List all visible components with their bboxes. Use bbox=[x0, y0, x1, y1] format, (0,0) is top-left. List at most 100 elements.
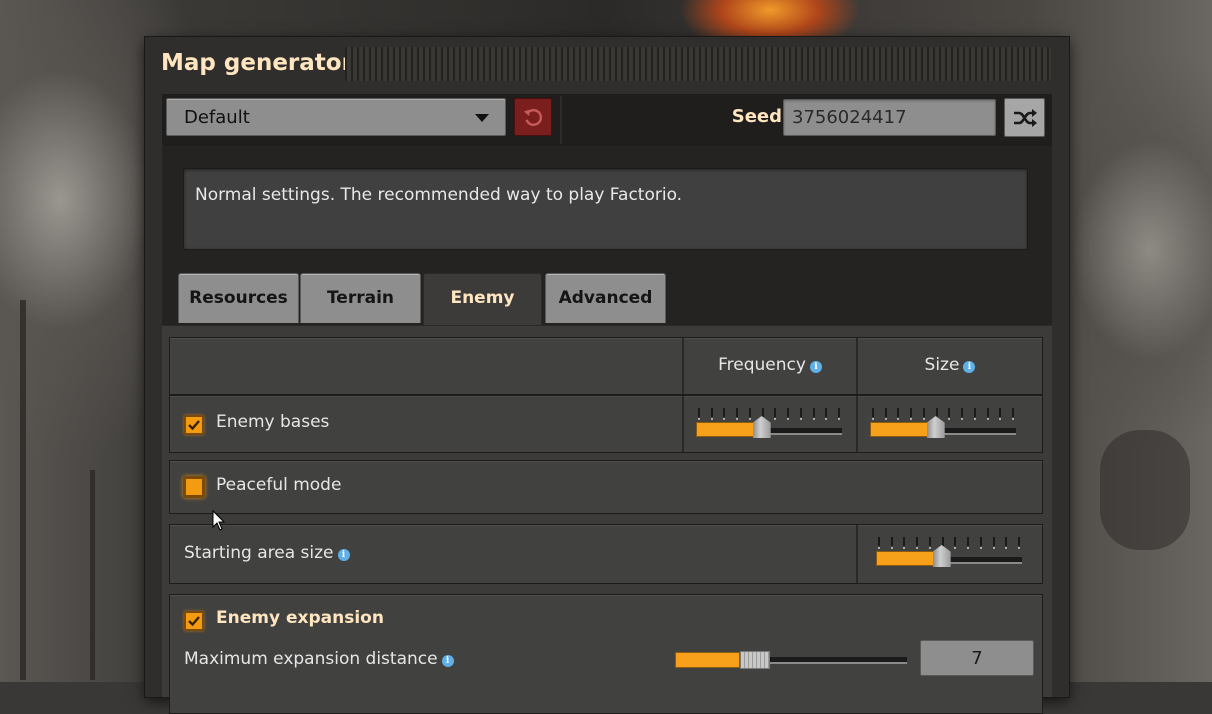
content-area: Normal settings. The recommended way to … bbox=[162, 146, 1052, 714]
title-drag-handle[interactable] bbox=[345, 47, 1051, 81]
slider-tick bbox=[799, 408, 802, 420]
slider-fill bbox=[876, 551, 942, 566]
shuffle-icon bbox=[1013, 108, 1037, 127]
reset-icon bbox=[523, 108, 543, 126]
slider-tick bbox=[723, 408, 726, 420]
starting-area-cell bbox=[856, 525, 1042, 583]
enemy-bases-row: Enemy bases bbox=[169, 395, 1043, 453]
slider-tick bbox=[838, 408, 840, 420]
preset-bar: Default Seed 3756024417 bbox=[162, 94, 1052, 146]
slider-tick bbox=[884, 408, 887, 420]
slider-tick bbox=[922, 408, 925, 420]
enemy-bases-checkbox[interactable] bbox=[184, 415, 204, 435]
tab-advanced[interactable]: Advanced bbox=[545, 273, 666, 323]
preset-selected: Default bbox=[184, 107, 250, 128]
slider-tick bbox=[872, 408, 874, 420]
map-generator-window: Map generator Default Seed 3756024417 No… bbox=[145, 37, 1069, 714]
starting-area-slider[interactable] bbox=[876, 535, 1022, 569]
slider-tick bbox=[774, 408, 777, 420]
slider-tick bbox=[903, 537, 906, 549]
slider-tick bbox=[935, 408, 938, 420]
slider-tick bbox=[698, 408, 700, 420]
slider-tick bbox=[1005, 537, 1008, 549]
peaceful-mode-row: Peaceful mode bbox=[169, 460, 1043, 514]
size-cell bbox=[856, 396, 1042, 452]
slider-ticks bbox=[872, 408, 1014, 420]
enemy-expansion-label: Enemy expansion bbox=[216, 608, 384, 628]
max-expansion-distance-input[interactable]: 7 bbox=[920, 640, 1034, 676]
slider-tick bbox=[710, 408, 713, 420]
preset-description: Normal settings. The recommended way to … bbox=[183, 168, 1028, 250]
divider bbox=[560, 96, 562, 144]
enemy-expansion-section: Enemy expansion Maximum expansion distan… bbox=[169, 594, 1043, 714]
tab-enemy[interactable]: Enemy bbox=[423, 273, 542, 327]
seed-label: Seed bbox=[731, 106, 782, 127]
tab-terrain[interactable]: Terrain bbox=[300, 273, 421, 323]
slider-tick bbox=[954, 537, 957, 549]
starting-area-label: Starting area size bbox=[184, 543, 334, 563]
background-pole bbox=[90, 470, 95, 680]
peaceful-mode-label: Peaceful mode bbox=[216, 475, 342, 495]
background-pole bbox=[20, 300, 26, 680]
slider-tick bbox=[941, 537, 944, 549]
slider-tick bbox=[928, 537, 931, 549]
slider-tick bbox=[986, 408, 989, 420]
slider-tick bbox=[992, 537, 995, 549]
slider-tick bbox=[736, 408, 739, 420]
slider-tick bbox=[787, 408, 790, 420]
slider-tick bbox=[878, 537, 880, 549]
size-header-label: Size bbox=[924, 355, 960, 375]
enemy-tab-content: Frequency i Size i Enemy bases Peaceful … bbox=[162, 325, 1052, 714]
slider-tick bbox=[961, 408, 964, 420]
frequency-cell bbox=[682, 396, 856, 452]
info-icon[interactable]: i bbox=[337, 549, 350, 561]
chevron-down-icon bbox=[475, 114, 489, 122]
max-expansion-distance-label: Maximum expansion distance bbox=[184, 649, 438, 669]
slider-tick bbox=[897, 408, 900, 420]
enemy-expansion-checkbox[interactable] bbox=[184, 611, 204, 631]
randomize-seed-button[interactable] bbox=[1004, 98, 1045, 137]
preset-dropdown[interactable]: Default bbox=[166, 98, 506, 136]
slider-tick bbox=[890, 537, 893, 549]
slider-tick bbox=[825, 408, 828, 420]
slider-fill bbox=[696, 422, 762, 437]
slider-tick bbox=[761, 408, 764, 420]
reset-button[interactable] bbox=[514, 98, 552, 136]
size-header: Size i bbox=[856, 338, 1042, 394]
slider-fill bbox=[675, 652, 740, 668]
info-icon[interactable]: i bbox=[809, 361, 822, 373]
slider-tick bbox=[973, 408, 976, 420]
slider-tick bbox=[999, 408, 1002, 420]
enemy-table-header: Frequency i Size i bbox=[169, 337, 1043, 395]
frequency-header: Frequency i bbox=[682, 338, 856, 394]
slider-fill bbox=[870, 422, 936, 437]
slider-tick bbox=[1018, 537, 1020, 549]
size-slider[interactable] bbox=[870, 406, 1016, 440]
frequency-slider[interactable] bbox=[696, 406, 842, 440]
checkmark-icon bbox=[188, 420, 200, 431]
seed-input[interactable]: 3756024417 bbox=[783, 99, 996, 136]
slider-tick bbox=[979, 537, 982, 549]
window-title: Map generator bbox=[161, 50, 353, 76]
info-icon[interactable]: i bbox=[441, 655, 454, 667]
slider-tick bbox=[1012, 408, 1014, 420]
slider-tick bbox=[748, 408, 751, 420]
slider-tick bbox=[948, 408, 951, 420]
starting-area-row: Starting area size i bbox=[169, 524, 1043, 584]
slider-tick bbox=[916, 537, 919, 549]
slider-handle[interactable] bbox=[739, 651, 770, 669]
slider-tick bbox=[910, 408, 913, 420]
max-expansion-distance-slider[interactable] bbox=[675, 650, 907, 670]
frequency-header-label: Frequency bbox=[718, 355, 806, 375]
checkmark-icon bbox=[188, 616, 200, 627]
info-icon[interactable]: i bbox=[963, 361, 976, 373]
slider-tick bbox=[967, 537, 970, 549]
slider-tick bbox=[812, 408, 815, 420]
peaceful-mode-checkbox[interactable] bbox=[183, 476, 205, 498]
slider-ticks bbox=[698, 408, 840, 420]
tab-resources[interactable]: Resources bbox=[178, 273, 299, 323]
enemy-bases-label: Enemy bases bbox=[216, 412, 330, 432]
mouse-cursor bbox=[212, 510, 226, 531]
slider-ticks bbox=[878, 537, 1020, 549]
background-machine bbox=[1100, 430, 1190, 550]
